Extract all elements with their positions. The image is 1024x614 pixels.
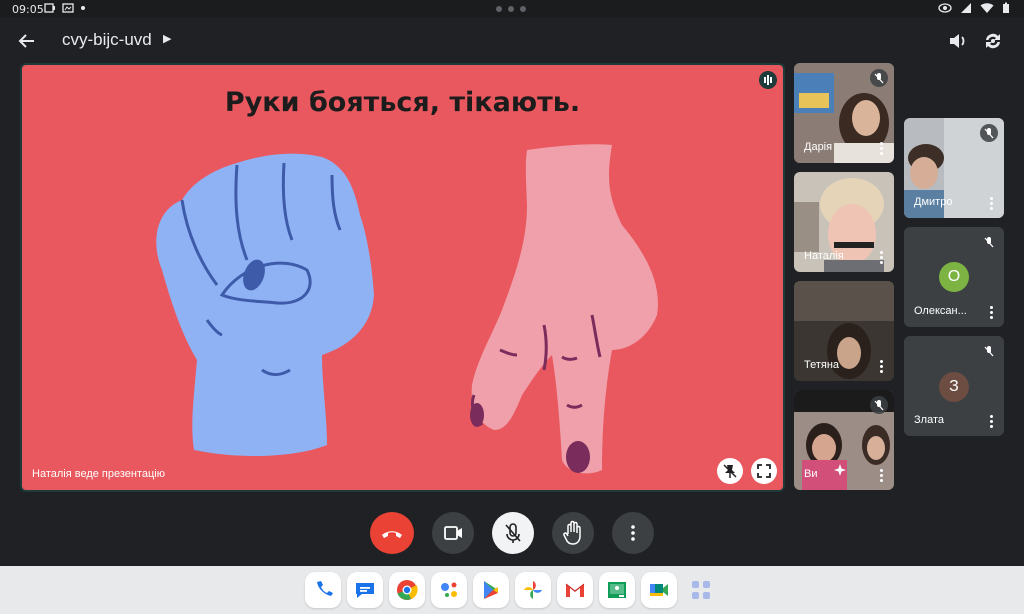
meeting-app-bar: cvy-bijc-uvd ▶ bbox=[0, 18, 1024, 62]
raise-hand-icon bbox=[563, 520, 581, 545]
camera-toggle-button[interactable] bbox=[432, 512, 474, 554]
end-call-icon bbox=[382, 531, 402, 538]
avatar: З bbox=[939, 372, 969, 402]
walking-hand-illustration bbox=[470, 144, 658, 474]
cast-icon bbox=[44, 3, 55, 13]
mic-off-icon bbox=[874, 400, 884, 411]
mic-toggle-button[interactable] bbox=[492, 512, 534, 554]
app-grid-icon bbox=[692, 581, 710, 599]
participant-tile[interactable]: Тетяна bbox=[794, 281, 894, 381]
more-options-icon[interactable] bbox=[878, 250, 884, 264]
phone-app[interactable] bbox=[305, 572, 341, 608]
participant-name: Дарія bbox=[804, 141, 833, 153]
participant-name: Наталія bbox=[804, 250, 844, 262]
switch-camera-icon bbox=[986, 33, 1000, 49]
participant-name: Злата bbox=[914, 414, 944, 426]
fullscreen-button[interactable] bbox=[751, 458, 777, 484]
participant-name: Ви bbox=[804, 468, 818, 480]
wifi-icon bbox=[980, 3, 994, 13]
participant-name: Тетяна bbox=[804, 359, 840, 371]
phone-icon bbox=[317, 581, 333, 596]
play-store-app[interactable] bbox=[473, 572, 509, 608]
avatar: О bbox=[939, 262, 969, 292]
mic-off-badge bbox=[980, 233, 998, 251]
speaker-button[interactable] bbox=[944, 28, 970, 54]
assistant-icon bbox=[441, 582, 457, 597]
notification-icons bbox=[44, 3, 86, 13]
chrome-app[interactable] bbox=[389, 572, 425, 608]
gmail-icon bbox=[565, 583, 585, 597]
dot-icon bbox=[81, 6, 85, 10]
participant-tile[interactable]: Дмитро bbox=[904, 118, 1004, 218]
photos-app[interactable] bbox=[515, 572, 551, 608]
participant-tile[interactable]: Наталія bbox=[794, 172, 894, 272]
presentation-stage[interactable]: Руки бояться, тікають. Наталія веде през… bbox=[20, 63, 785, 492]
photos-icon bbox=[524, 581, 542, 599]
audio-level-icon bbox=[764, 75, 772, 85]
more-options-icon bbox=[631, 525, 635, 541]
more-options-icon[interactable] bbox=[878, 468, 884, 482]
signal-icon bbox=[961, 3, 971, 13]
raise-hand-button[interactable] bbox=[552, 512, 594, 554]
multitask-dots[interactable] bbox=[496, 6, 526, 12]
system-icons bbox=[938, 2, 1010, 14]
mic-off-icon bbox=[984, 128, 994, 139]
more-options-icon[interactable] bbox=[988, 196, 994, 210]
end-call-button[interactable] bbox=[370, 512, 414, 554]
more-options-icon[interactable] bbox=[988, 305, 994, 319]
meeting-code[interactable]: cvy-bijc-uvd bbox=[62, 30, 152, 50]
assistant-app[interactable] bbox=[431, 572, 467, 608]
unpin-button[interactable] bbox=[717, 458, 743, 484]
gmail-app[interactable] bbox=[557, 572, 593, 608]
classroom-icon bbox=[608, 582, 626, 598]
camera-icon bbox=[444, 526, 462, 540]
caret-right-icon[interactable]: ▶ bbox=[163, 32, 171, 45]
participant-name: Олексан... bbox=[914, 305, 967, 317]
back-button[interactable] bbox=[14, 28, 40, 54]
participant-name: Дмитро bbox=[914, 196, 953, 208]
more-options-icon[interactable] bbox=[878, 141, 884, 155]
participant-tile[interactable]: З Злата bbox=[904, 336, 1004, 436]
chrome-icon bbox=[397, 580, 418, 600]
more-options-icon[interactable] bbox=[878, 359, 884, 373]
mic-off-badge bbox=[870, 396, 888, 414]
slide-illustration bbox=[156, 144, 658, 474]
mic-off-icon bbox=[984, 346, 994, 357]
battery-icon bbox=[1003, 2, 1009, 13]
pin-off-icon bbox=[723, 464, 737, 478]
mic-off-badge bbox=[980, 124, 998, 142]
mic-off-icon bbox=[984, 237, 994, 248]
status-bar: 09:05 bbox=[0, 0, 1024, 18]
participant-tile[interactable]: О Олексан... bbox=[904, 227, 1004, 327]
app-dock bbox=[304, 572, 720, 610]
messages-app[interactable] bbox=[347, 572, 383, 608]
participant-tile[interactable]: Дарія bbox=[794, 63, 894, 163]
presenter-label: Наталія веде презентацію bbox=[32, 468, 166, 480]
eye-icon bbox=[938, 3, 952, 13]
speaking-indicator bbox=[759, 71, 777, 89]
classroom-app[interactable] bbox=[599, 572, 635, 608]
screen-icon bbox=[62, 3, 74, 13]
meet-icon bbox=[650, 584, 668, 596]
mic-off-icon bbox=[874, 73, 884, 84]
speaker-icon bbox=[950, 34, 965, 48]
mic-off-icon bbox=[505, 523, 521, 543]
more-options-button[interactable] bbox=[612, 512, 654, 554]
play-store-icon bbox=[484, 581, 498, 599]
switch-camera-button[interactable] bbox=[980, 28, 1006, 54]
more-options-icon[interactable] bbox=[988, 414, 994, 428]
self-tile[interactable]: Ви bbox=[794, 390, 894, 490]
status-time: 09:05 bbox=[12, 3, 44, 16]
effects-icon[interactable] bbox=[832, 463, 848, 484]
fist-illustration bbox=[156, 153, 374, 457]
mic-off-badge bbox=[980, 342, 998, 360]
messages-icon bbox=[356, 583, 374, 598]
all-apps-button[interactable] bbox=[683, 572, 719, 608]
meet-app[interactable] bbox=[641, 572, 677, 608]
arrow-back-icon bbox=[18, 34, 34, 48]
fullscreen-icon bbox=[757, 464, 771, 478]
mic-off-badge bbox=[870, 69, 888, 87]
